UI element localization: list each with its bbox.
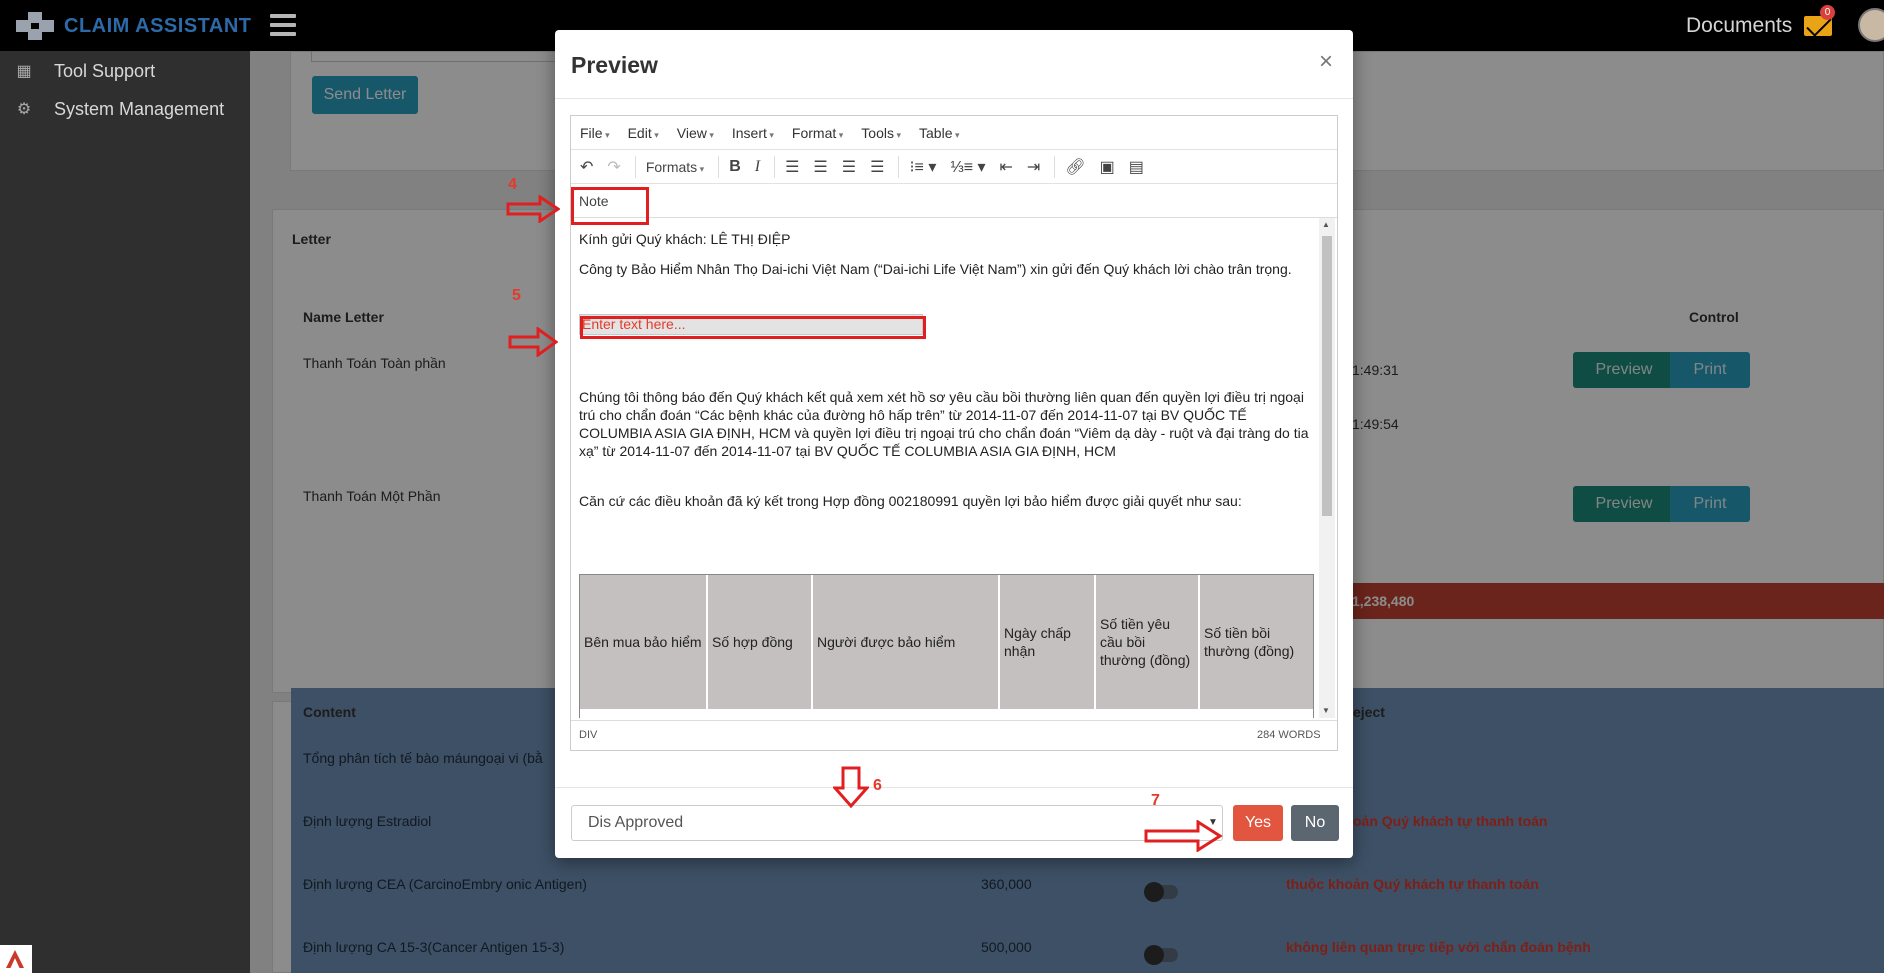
greeting-paragraph: Công ty Bảo Hiểm Nhân Thọ Dai-ichi Việt …: [579, 261, 1292, 277]
result-paragraph: Chúng tôi thông báo đến Quý khách kết qu…: [579, 389, 1309, 459]
word-count: 284 WORDS: [1257, 729, 1321, 741]
bold-icon[interactable]: B: [729, 158, 741, 176]
divider: [555, 98, 1353, 99]
editor-toolbar: ↶ ↷ Formats B I ☰ ☰ ☰ ☰ ⁝≡ ▾ ⅓≡ ▾ ⇤ ⇥ 🔗︎…: [571, 150, 1337, 184]
align-center-icon[interactable]: ☰: [813, 157, 827, 177]
menu-edit[interactable]: Edit: [628, 125, 659, 141]
table-header-cell: Ngày chấp nhận: [1000, 575, 1096, 709]
no-button[interactable]: No: [1291, 805, 1339, 841]
menu-file[interactable]: File: [580, 125, 610, 141]
table-header-cell: Số tiền yêu cầu bồi thường (đồng): [1096, 575, 1200, 709]
cross-logo-icon: [14, 10, 56, 42]
annotation-box-note: [571, 187, 649, 225]
undo-icon[interactable]: ↶: [580, 157, 593, 177]
image-icon[interactable]: ▣: [1100, 157, 1115, 177]
toolbar-separator: [634, 155, 636, 178]
annotation-number: 5: [512, 287, 521, 304]
editor-menubar: File Edit View Insert Format Tools Table: [571, 116, 1337, 150]
numbered-list-icon[interactable]: ⅓≡ ▾: [950, 157, 985, 177]
menu-view[interactable]: View: [677, 125, 714, 141]
scroll-down-icon[interactable]: ▼: [1322, 706, 1330, 715]
claim-table: Bên mua bảo hiểm Số hợp đồng Người được …: [579, 574, 1314, 718]
table-header-cell: Số tiền bồi thường (đồng): [1200, 575, 1313, 709]
divider: [555, 787, 1353, 788]
scroll-up-icon[interactable]: ▲: [1322, 220, 1330, 229]
note-field[interactable]: Note: [571, 184, 1337, 218]
link-icon[interactable]: 🔗︎: [1065, 157, 1085, 177]
redo-icon[interactable]: ↷: [607, 157, 620, 177]
bullet-list-icon[interactable]: ⁝≡ ▾: [909, 157, 936, 177]
editor-document[interactable]: Kính gửi Quý khách: LÊ THỊ ĐIỆP Công ty …: [571, 218, 1319, 718]
modal-title: Preview: [571, 52, 658, 78]
sidebar-item-system-management[interactable]: ⚙ System Management: [0, 91, 250, 127]
menu-tools[interactable]: Tools: [861, 125, 901, 141]
contract-paragraph: Căn cứ các điều khoản đã ký kết trong Hợ…: [579, 493, 1242, 509]
toolbar-separator: [898, 155, 900, 178]
align-left-icon[interactable]: ☰: [785, 157, 799, 177]
menu-format[interactable]: Format: [792, 125, 843, 141]
yes-button[interactable]: Yes: [1233, 805, 1283, 841]
element-path[interactable]: DIV: [579, 729, 597, 741]
mail-count-badge: 0: [1820, 5, 1835, 20]
align-justify-icon[interactable]: ☰: [870, 157, 884, 177]
app-corner-logo-icon: [0, 945, 32, 973]
user-avatar[interactable]: [1858, 8, 1884, 42]
editor-statusbar: DIV 284 WORDS: [571, 720, 1337, 750]
formats-dropdown[interactable]: Formats: [646, 159, 704, 175]
annotation-box-placeholder: [580, 316, 926, 339]
gears-icon: ⚙: [16, 101, 32, 118]
table-header-cell: Số hợp đồng: [708, 575, 813, 709]
salutation: Kính gửi Quý khách: LÊ THỊ ĐIỆP: [579, 231, 791, 247]
brand-name: CLAIM ASSISTANT: [64, 14, 252, 37]
annotation-number: 6: [873, 777, 882, 794]
annotation-arrow-icon: [506, 195, 560, 223]
preview-modal: Preview × File Edit View Insert Format T…: [555, 30, 1353, 858]
indent-icon[interactable]: ⇥: [1027, 157, 1040, 177]
scroll-thumb[interactable]: [1322, 236, 1332, 516]
toolbar-separator: [718, 155, 720, 178]
sidebar-item-tool-support[interactable]: ▦ Tool Support: [0, 53, 250, 89]
annotation-number: 4: [508, 176, 517, 193]
italic-icon[interactable]: I: [755, 158, 760, 176]
approval-select-value: Dis Approved: [588, 814, 684, 831]
annotation-arrow-icon: [1144, 820, 1223, 852]
annotation-arrow-icon: [508, 327, 558, 357]
sidebar: ▦ Tool Support ⚙ System Management: [0, 51, 250, 973]
annotation-number: 7: [1151, 792, 1160, 809]
menu-table[interactable]: Table: [919, 125, 960, 141]
annotation-arrow-icon: [833, 766, 869, 808]
approval-select[interactable]: Dis Approved ▼: [571, 805, 1223, 841]
editor-scrollbar[interactable]: ▲ ▼: [1319, 218, 1335, 718]
media-icon[interactable]: ▤: [1129, 157, 1144, 177]
close-icon[interactable]: ×: [1319, 48, 1333, 76]
sidebar-item-label: Tool Support: [54, 60, 156, 81]
toolbar-separator: [1054, 155, 1056, 178]
brand[interactable]: CLAIM ASSISTANT: [14, 10, 252, 42]
hamburger-menu-icon[interactable]: [270, 14, 296, 36]
calculator-icon: ▦: [16, 63, 32, 80]
documents-link[interactable]: Documents: [1686, 14, 1792, 38]
menu-insert[interactable]: Insert: [732, 125, 774, 141]
outdent-icon[interactable]: ⇤: [1000, 157, 1013, 177]
rich-text-editor: File Edit View Insert Format Tools Table…: [570, 115, 1338, 751]
table-header-cell: Bên mua bảo hiểm: [580, 575, 708, 709]
toolbar-separator: [774, 155, 776, 178]
table-header-cell: Người được bảo hiểm: [813, 575, 1000, 709]
sidebar-item-label: System Management: [54, 98, 225, 119]
align-right-icon[interactable]: ☰: [842, 157, 856, 177]
